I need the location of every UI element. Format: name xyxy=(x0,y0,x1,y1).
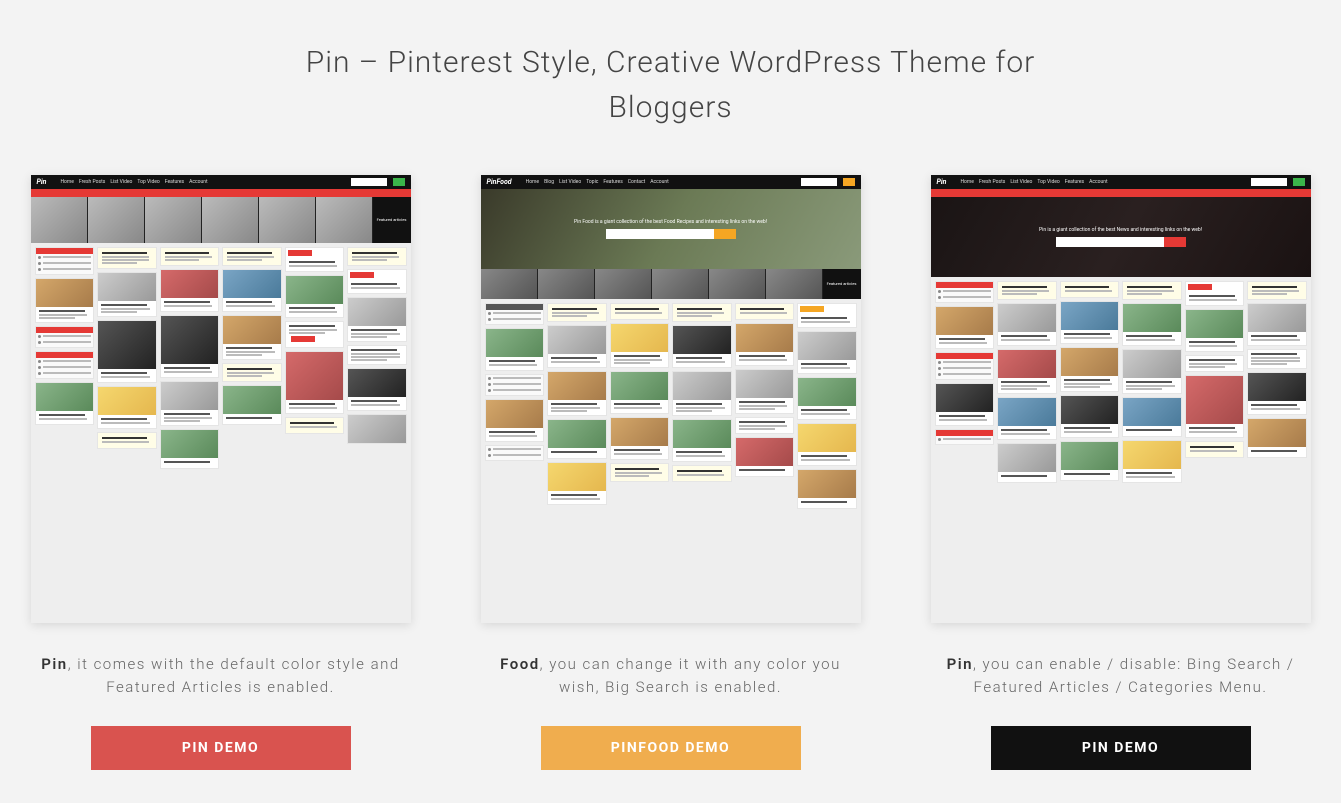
mock-login-btn xyxy=(393,178,405,186)
pinfood-demo-button[interactable]: PINFOOD DEMO xyxy=(541,726,801,770)
mock-login-btn xyxy=(843,178,855,186)
mock-logo: Pin xyxy=(937,178,947,186)
demo-col-pin2: Pin Home Fresh Posts List Video Top Vide… xyxy=(931,175,1311,770)
mock-logo: Pin xyxy=(37,178,47,186)
demo-col-food: PinFood Home Blog List Video Topic Featu… xyxy=(481,175,861,770)
demo-description-food: Food, you can change it with any color y… xyxy=(481,653,861,698)
mock-search xyxy=(801,178,837,186)
demo-grid: Pin Home Fresh Posts List Video Top Vide… xyxy=(0,175,1341,770)
mock-login-btn xyxy=(1293,178,1305,186)
mock-logo: PinFood xyxy=(487,178,512,186)
pin-demo-button-2[interactable]: PIN DEMO xyxy=(991,726,1251,770)
thumbnail-food[interactable]: PinFood Home Blog List Video Topic Featu… xyxy=(481,175,861,623)
thumbnail-pin2[interactable]: Pin Home Fresh Posts List Video Top Vide… xyxy=(931,175,1311,623)
thumbnail-pin[interactable]: Pin Home Fresh Posts List Video Top Vide… xyxy=(31,175,411,623)
mock-search xyxy=(351,178,387,186)
demo-col-pin: Pin Home Fresh Posts List Video Top Vide… xyxy=(31,175,411,770)
demo-description-pin2: Pin, you can enable / disable: Bing Sear… xyxy=(931,653,1311,698)
demo-description-pin: Pin, it comes with the default color sty… xyxy=(31,653,411,698)
pin-demo-button[interactable]: PIN DEMO xyxy=(91,726,351,770)
page-title: Pin – Pinterest Style, Creative WordPres… xyxy=(271,0,1071,175)
mock-search xyxy=(1251,178,1287,186)
